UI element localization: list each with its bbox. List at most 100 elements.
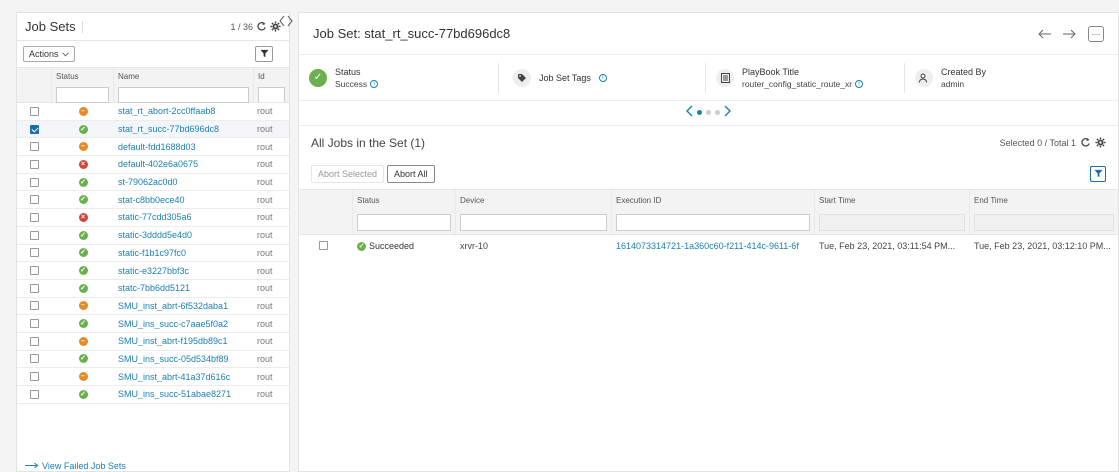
row-checkbox[interactable] xyxy=(30,319,39,329)
chevron-right-icon[interactable] xyxy=(724,105,732,120)
row-checkbox[interactable] xyxy=(30,372,39,382)
table-row[interactable]: ✓ statc-7bb6dd5121 rout xyxy=(17,280,289,298)
table-row[interactable]: – SMU_inst_abrt-41a37d616c rout xyxy=(17,368,289,386)
chevron-left-icon[interactable] xyxy=(685,105,693,120)
device-filter-input[interactable] xyxy=(460,214,607,231)
job-set-name-link[interactable]: st-79062ac0d0 xyxy=(114,177,254,187)
aborted-status-icon: – xyxy=(78,106,88,116)
job-set-name-link[interactable]: stat_rt_abort-2cc0ffaab8 xyxy=(114,106,254,116)
row-checkbox[interactable] xyxy=(30,106,39,116)
pager-dot[interactable] xyxy=(697,109,702,115)
table-row[interactable]: ✓ SMU_ins_succ-c7aae5f0a2 rout xyxy=(17,315,289,333)
job-set-detail-panel: Job Set: stat_rt_succ-77bd696dc8 ··· ✓ S… xyxy=(298,12,1119,472)
job-set-id: rout xyxy=(257,194,273,205)
job-set-summary: ✓ Status Success i Job Set Tags i PlayBo… xyxy=(299,55,1118,101)
row-checkbox[interactable] xyxy=(30,248,39,258)
device-column-label: Device xyxy=(460,196,485,205)
table-row[interactable]: ✓ SMU_ins_succ-51abae8271 rout xyxy=(17,386,289,404)
job-set-name-link[interactable]: stat_rt_succ-77bd696dc8 xyxy=(114,124,254,134)
table-row[interactable]: – default-fdd1688d03 rout xyxy=(17,138,289,157)
row-checkbox[interactable] xyxy=(30,195,39,205)
status-filter-input[interactable] xyxy=(56,87,109,103)
name-filter-input[interactable] xyxy=(118,87,249,103)
table-row[interactable]: ✓ stat-c8bb0ece40 rout xyxy=(17,191,289,210)
table-row[interactable]: ✓ stat_rt_succ-77bd696dc8 rout xyxy=(17,120,289,139)
table-row[interactable]: – SMU_inst_abrt-6f532daba1 rout xyxy=(17,298,289,316)
row-checkbox[interactable] xyxy=(30,177,39,187)
pager-dot[interactable] xyxy=(706,109,711,115)
row-checkbox[interactable] xyxy=(30,159,39,169)
actions-dropdown[interactable]: Actions xyxy=(23,46,75,62)
status-column-label: Status xyxy=(357,196,380,205)
row-checkbox[interactable] xyxy=(30,124,39,134)
start-time-column-label: Start Time xyxy=(819,196,856,205)
table-row[interactable]: – SMU_inst_abrt-f195db89c1 rout xyxy=(17,333,289,351)
refresh-icon[interactable] xyxy=(1080,137,1091,148)
select-column-header xyxy=(299,190,353,234)
job-set-name-link[interactable]: stat-c8bb0ece40 xyxy=(114,195,254,205)
job-set-name-link[interactable]: statc-7bb6dd5121 xyxy=(114,283,254,293)
abort-selected-button[interactable]: Abort Selected xyxy=(311,165,385,183)
pager-dot[interactable] xyxy=(715,109,720,115)
collapse-panel-icon[interactable] xyxy=(279,14,293,31)
table-row[interactable]: ✓ static-3dddd5e4d0 rout xyxy=(17,227,289,245)
status-filter-input[interactable] xyxy=(357,214,451,231)
table-row[interactable]: ✓ static-f1b1c97fc0 rout xyxy=(17,245,289,263)
success-status-icon: ✓ xyxy=(78,389,88,399)
table-row[interactable]: – stat_rt_abort-2cc0ffaab8 rout xyxy=(17,103,289,121)
job-set-name-link[interactable]: SMU_ins_succ-51abae8271 xyxy=(114,389,254,399)
job-set-name-link[interactable]: static-77cdd305a6 xyxy=(114,212,254,222)
summary-status-value: Success xyxy=(335,78,368,89)
row-checkbox[interactable] xyxy=(30,354,39,364)
filter-button[interactable] xyxy=(255,46,273,62)
table-row[interactable]: ✓ SMU_ins_succ-05d534bf89 rout xyxy=(17,351,289,369)
job-set-name-link[interactable]: SMU_inst_abrt-41a37d616c xyxy=(114,372,254,382)
info-icon[interactable]: i xyxy=(370,79,379,88)
row-checkbox[interactable] xyxy=(30,212,39,222)
table-row[interactable]: × default-402e6a0675 rout xyxy=(17,156,289,174)
table-row[interactable]: × static-77cdd305a6 rout xyxy=(17,209,289,227)
abort-all-button[interactable]: Abort All xyxy=(387,165,435,183)
arrow-left-icon[interactable] xyxy=(1038,26,1052,42)
execution-id-link[interactable]: 1614073314721-1a360c60-f211-414c-9611-6f xyxy=(612,241,815,251)
summary-created-value: admin xyxy=(941,78,965,89)
gear-icon[interactable] xyxy=(1095,137,1106,148)
table-row[interactable]: ✓ st-79062ac0d0 rout xyxy=(17,174,289,192)
check-circle-icon: ✓ xyxy=(309,68,327,87)
row-checkbox[interactable] xyxy=(319,240,328,250)
row-checkbox[interactable] xyxy=(30,230,39,240)
row-checkbox[interactable] xyxy=(30,266,39,276)
row-checkbox[interactable] xyxy=(30,336,39,346)
job-set-name-link[interactable]: static-3dddd5e4d0 xyxy=(114,230,254,240)
chevron-down-icon xyxy=(61,49,69,59)
row-checkbox[interactable] xyxy=(30,283,39,293)
id-column-header: Id xyxy=(254,68,289,102)
filter-button[interactable] xyxy=(1090,166,1106,182)
success-status-icon: ✓ xyxy=(78,124,88,134)
job-set-name-link[interactable]: default-fdd1688d03 xyxy=(114,142,254,152)
job-set-name-link[interactable]: SMU_inst_abrt-f195db89c1 xyxy=(114,336,254,346)
refresh-icon[interactable] xyxy=(256,21,267,32)
job-set-id: rout xyxy=(257,159,273,170)
view-failed-link[interactable]: View Failed Job Sets xyxy=(25,461,130,471)
job-device: xrvr-10 xyxy=(460,241,489,251)
exec-id-filter-input[interactable] xyxy=(616,214,810,231)
job-set-name-link[interactable]: SMU_inst_abrt-6f532daba1 xyxy=(114,301,254,311)
row-checkbox[interactable] xyxy=(30,389,39,399)
info-icon[interactable]: i xyxy=(855,79,864,88)
arrow-right-icon[interactable] xyxy=(1062,26,1076,42)
job-set-name-link[interactable]: static-e3227bbf3c xyxy=(114,266,254,276)
info-icon[interactable]: i xyxy=(598,73,607,82)
id-filter-input[interactable] xyxy=(258,87,285,102)
row-checkbox[interactable] xyxy=(30,142,39,152)
job-set-name-link[interactable]: static-f1b1c97fc0 xyxy=(114,248,254,258)
job-set-name-link[interactable]: default-402e6a0675 xyxy=(114,159,254,169)
table-row[interactable]: ✓ Succeeded xrvr-10 1614073314721-1a360c60-… xyxy=(299,235,1118,257)
job-set-id: rout xyxy=(257,318,273,329)
table-row[interactable]: ✓ static-e3227bbf3c rout xyxy=(17,262,289,280)
actions-label: Actions xyxy=(29,49,59,59)
job-set-name-link[interactable]: SMU_ins_succ-05d534bf89 xyxy=(114,354,254,364)
row-checkbox[interactable] xyxy=(30,301,39,311)
job-set-name-link[interactable]: SMU_ins_succ-c7aae5f0a2 xyxy=(114,319,254,329)
more-options-icon[interactable]: ··· xyxy=(1088,25,1104,42)
